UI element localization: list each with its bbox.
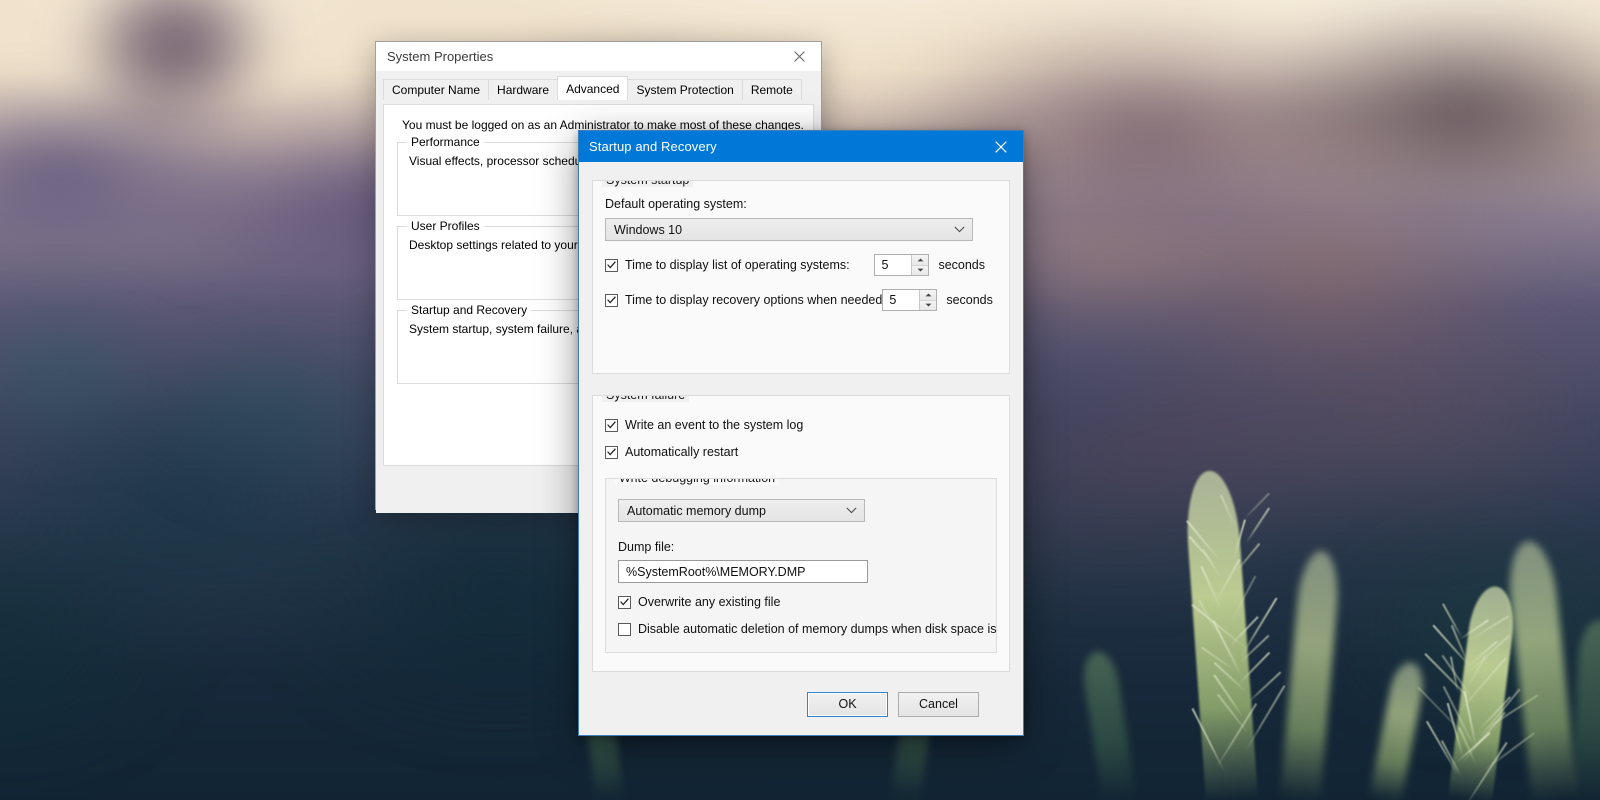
timeout-os-list-value[interactable]: 5 bbox=[875, 255, 911, 275]
timeout-recovery-value[interactable]: 5 bbox=[883, 290, 919, 310]
default-os-label: Default operating system: bbox=[605, 197, 997, 211]
performance-group-legend: Performance bbox=[407, 135, 484, 149]
startup-recovery-group-legend: Startup and Recovery bbox=[407, 303, 531, 317]
dump-file-value: %SystemRoot%\MEMORY.DMP bbox=[626, 565, 805, 579]
auto-restart-checkbox[interactable] bbox=[605, 446, 618, 459]
timeout-recovery-unit: seconds bbox=[946, 293, 993, 307]
system-failure-group: System failure Write an event to the sys… bbox=[592, 395, 1010, 672]
system-failure-legend: System failure bbox=[602, 395, 689, 402]
write-event-checkbox[interactable] bbox=[605, 419, 618, 432]
timeout-recovery-spin-buttons[interactable] bbox=[919, 290, 936, 310]
startup-and-recovery-titlebar: Startup and Recovery bbox=[579, 131, 1023, 162]
tab-computer-name[interactable]: Computer Name bbox=[383, 79, 489, 100]
tab-advanced[interactable]: Advanced bbox=[557, 76, 628, 100]
timeout-recovery-stepper[interactable]: 5 bbox=[882, 289, 937, 311]
system-properties-tabstrip[interactable]: Computer Name Hardware Advanced System P… bbox=[376, 76, 821, 100]
disable-auto-deletion-label: Disable automatic deletion of memory dum… bbox=[638, 622, 997, 636]
close-icon[interactable] bbox=[777, 42, 821, 71]
spinner-down-icon[interactable] bbox=[912, 265, 928, 276]
timeout-os-list-checkbox[interactable] bbox=[605, 259, 618, 272]
timeout-os-list-stepper[interactable]: 5 bbox=[874, 254, 929, 276]
dump-type-value: Automatic memory dump bbox=[627, 504, 766, 518]
timeout-recovery-checkbox[interactable] bbox=[605, 294, 618, 307]
write-event-row: Write an event to the system log bbox=[605, 418, 997, 432]
startup-and-recovery-button-bar: OK Cancel bbox=[579, 673, 1023, 735]
disable-auto-deletion-row: Disable automatic deletion of memory dum… bbox=[618, 622, 984, 636]
write-debugging-group: Write debugging information Automatic me… bbox=[605, 478, 997, 653]
ok-button[interactable]: OK bbox=[807, 692, 888, 717]
write-debugging-legend: Write debugging information bbox=[615, 478, 779, 485]
timeout-recovery-label: Time to display recovery options when ne… bbox=[625, 293, 882, 307]
system-startup-group: System startup Default operating system:… bbox=[592, 180, 1010, 374]
tab-system-protection[interactable]: System Protection bbox=[627, 79, 742, 100]
default-os-select[interactable]: Windows 10 bbox=[605, 218, 973, 241]
system-properties-titlebar: System Properties bbox=[376, 42, 821, 72]
disable-auto-deletion-checkbox[interactable] bbox=[618, 623, 631, 636]
spinner-down-icon[interactable] bbox=[920, 300, 936, 311]
spinner-up-icon[interactable] bbox=[920, 290, 936, 300]
timeout-os-list-spin-buttons[interactable] bbox=[911, 255, 928, 275]
overwrite-file-label: Overwrite any existing file bbox=[638, 595, 780, 609]
tab-remote[interactable]: Remote bbox=[742, 79, 802, 100]
dump-file-label: Dump file: bbox=[618, 540, 984, 554]
startup-and-recovery-window[interactable]: Startup and Recovery System startup Defa… bbox=[578, 130, 1024, 736]
startup-and-recovery-title: Startup and Recovery bbox=[589, 139, 978, 154]
cancel-button[interactable]: Cancel bbox=[898, 692, 979, 717]
overwrite-file-row: Overwrite any existing file bbox=[618, 595, 984, 609]
default-os-value: Windows 10 bbox=[614, 223, 682, 237]
system-properties-title: System Properties bbox=[387, 49, 777, 64]
auto-restart-label: Automatically restart bbox=[625, 445, 738, 459]
dump-file-input[interactable]: %SystemRoot%\MEMORY.DMP bbox=[618, 560, 868, 583]
timeout-os-list-unit: seconds bbox=[938, 258, 985, 272]
user-profiles-group-legend: User Profiles bbox=[407, 219, 484, 233]
tab-hardware[interactable]: Hardware bbox=[488, 79, 558, 100]
startup-and-recovery-content: System startup Default operating system:… bbox=[579, 162, 1023, 735]
auto-restart-row: Automatically restart bbox=[605, 445, 997, 459]
overwrite-file-checkbox[interactable] bbox=[618, 596, 631, 609]
chevron-down-icon bbox=[954, 219, 965, 240]
timeout-recovery-row: Time to display recovery options when ne… bbox=[605, 289, 985, 311]
chevron-down-icon bbox=[846, 500, 857, 521]
timeout-os-list-label: Time to display list of operating system… bbox=[625, 258, 850, 272]
close-icon[interactable] bbox=[978, 131, 1023, 162]
spinner-up-icon[interactable] bbox=[912, 255, 928, 265]
system-startup-legend: System startup bbox=[602, 180, 693, 187]
write-event-label: Write an event to the system log bbox=[625, 418, 803, 432]
timeout-os-list-row: Time to display list of operating system… bbox=[605, 254, 985, 276]
dump-type-select[interactable]: Automatic memory dump bbox=[618, 499, 865, 522]
